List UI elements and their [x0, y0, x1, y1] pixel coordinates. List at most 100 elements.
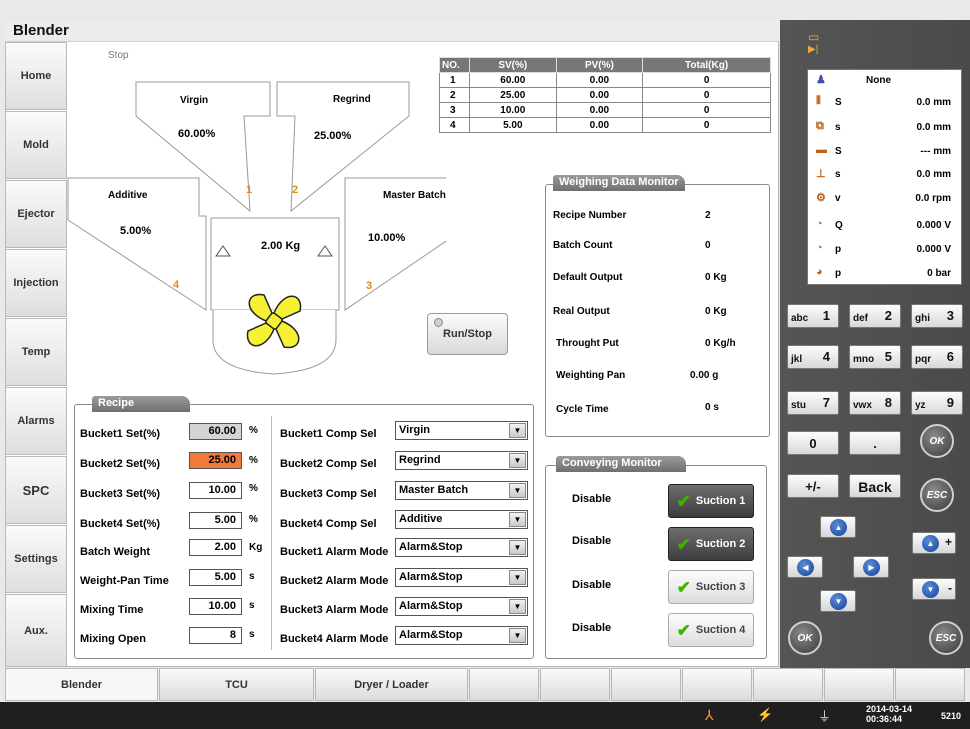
tab-empty[interactable]: [682, 668, 752, 701]
pressure-gauge-icon: ◔: [816, 242, 823, 254]
user-icon: ♟: [816, 74, 826, 86]
bucket4-comp-sel-select[interactable]: Additive ▼: [395, 510, 528, 529]
key-back[interactable]: Back: [849, 474, 901, 498]
nav-temp[interactable]: Temp: [5, 318, 67, 386]
bucket2-alarm-mode-label: Bucket2 Alarm Mode: [280, 575, 389, 587]
suction-2-button[interactable]: ✔ Suction 2: [668, 527, 754, 561]
dropdown-arrow-icon: ▼: [509, 599, 526, 614]
nav-injection[interactable]: Injection: [5, 249, 67, 317]
bucket3-comp-sel-label: Bucket3 Comp Sel: [280, 488, 377, 500]
weight-pan-time-input[interactable]: 5.00: [189, 569, 242, 586]
bucket3-comp-sel-select[interactable]: Master Batch ▼: [395, 481, 528, 500]
conveying-monitor-title: Conveying Monitor: [556, 456, 686, 472]
ok-key-bottom[interactable]: OK: [788, 621, 822, 655]
bucket4-set-input[interactable]: 5.00: [189, 512, 242, 529]
col-pv: PV(%): [555, 57, 644, 73]
nav-alarms[interactable]: Alarms: [5, 387, 67, 455]
mixing-open-input[interactable]: 8: [189, 627, 242, 644]
status-user-value: None: [866, 75, 891, 86]
mixing-open-label: Mixing Open: [80, 633, 146, 645]
tab-dryer-loader[interactable]: Dryer / Loader: [315, 668, 468, 701]
wd-default-output-value: 0 Kg: [705, 272, 727, 283]
up-plus-key[interactable]: ▲ +: [912, 532, 956, 554]
left-arrow-key[interactable]: ◀: [787, 556, 823, 578]
bucket2-comp-sel-select[interactable]: Regrind ▼: [395, 451, 528, 470]
tab-empty[interactable]: [895, 668, 965, 701]
table-cell: 0: [642, 72, 771, 88]
key-1[interactable]: abc 1: [787, 304, 839, 328]
status-row: ▬ S --- mm: [816, 144, 951, 157]
bucket3-set-input[interactable]: 10.00: [189, 482, 242, 499]
suction-4-button[interactable]: ✔ Suction 4: [668, 613, 754, 647]
tab-empty[interactable]: [753, 668, 823, 701]
bucket3-alarm-mode-select[interactable]: Alarm&Stop ▼: [395, 597, 528, 616]
down-arrow-key[interactable]: ▼: [820, 590, 856, 612]
key-9[interactable]: yz 9: [911, 391, 963, 415]
system-pressure-icon: ◕: [816, 266, 823, 278]
blend-table: NO. SV(%) PV(%) Total(Kg) 1 60.00 0.00 0…: [439, 57, 771, 133]
bucket2-set-unit: %: [249, 455, 258, 466]
hopper-4-pct: 5.00%: [120, 225, 152, 237]
table-cell: 60.00: [469, 72, 557, 88]
table-header: NO. SV(%) PV(%) Total(Kg): [439, 57, 771, 73]
key-0[interactable]: 0: [787, 431, 839, 455]
tab-blender[interactable]: Blender: [5, 668, 158, 701]
tab-empty[interactable]: [611, 668, 681, 701]
mixing-time-input[interactable]: 10.00: [189, 598, 242, 615]
bucket2-alarm-mode-select[interactable]: Alarm&Stop ▼: [395, 568, 528, 587]
bucket1-alarm-mode-select[interactable]: Alarm&Stop ▼: [395, 538, 528, 557]
tab-empty[interactable]: [824, 668, 894, 701]
esc-key-top[interactable]: ESC: [920, 478, 954, 512]
down-minus-key[interactable]: ▼ -: [912, 578, 956, 600]
key-7[interactable]: stu 7: [787, 391, 839, 415]
key-5[interactable]: mno 5: [849, 345, 901, 369]
esc-key-bottom[interactable]: ESC: [929, 621, 963, 655]
hopper-1-name: Virgin: [180, 95, 209, 106]
arrow-up-icon: ▲: [830, 519, 847, 536]
tab-empty[interactable]: [540, 668, 610, 701]
suction-1-button[interactable]: ✔ Suction 1: [668, 484, 754, 518]
ok-key-top[interactable]: OK: [920, 424, 954, 458]
up-arrow-key[interactable]: ▲: [820, 516, 856, 538]
status-user-row: ♟ None: [808, 72, 963, 90]
bucket1-comp-sel-select[interactable]: Virgin ▼: [395, 421, 528, 440]
wd-weighting-pan-label: Weighting Pan: [556, 370, 626, 381]
key-dot[interactable]: .: [849, 431, 901, 455]
key-4[interactable]: jkl 4: [787, 345, 839, 369]
batch-weight-input[interactable]: 2.00: [189, 539, 242, 556]
ejector-position-icon: ⊥: [816, 168, 826, 180]
key-6[interactable]: pqr 6: [911, 345, 963, 369]
suction-3-button[interactable]: ✔ Suction 3: [668, 570, 754, 604]
table-cell: 0: [642, 117, 771, 133]
bucket1-alarm-mode-label: Bucket1 Alarm Mode: [280, 546, 389, 558]
hopper-2-index: 2: [292, 184, 299, 196]
network-icon: ⅄: [705, 707, 714, 723]
key-plus-minus[interactable]: +/-: [787, 474, 839, 498]
status-row: ⦀ S 0.0 mm: [816, 95, 951, 108]
nav-spc[interactable]: SPC: [5, 456, 67, 524]
nav-aux[interactable]: Aux.: [5, 594, 67, 667]
weight-pan-time-label: Weight-Pan Time: [80, 575, 169, 587]
bucket4-alarm-mode-label: Bucket4 Alarm Mode: [280, 633, 389, 645]
nav-mold[interactable]: Mold: [5, 111, 67, 179]
status-row: ◔ p 0.000 V: [816, 242, 951, 255]
status-value: 0 bar: [927, 268, 951, 279]
weighing-monitor-title: Weighing Data Monitor: [553, 175, 685, 191]
bucket4-alarm-mode-select[interactable]: Alarm&Stop ▼: [395, 626, 528, 645]
run-stop-button[interactable]: Run/Stop: [427, 313, 508, 355]
hopper-3-index: 3: [366, 280, 373, 292]
key-8[interactable]: vwx 8: [849, 391, 901, 415]
key-2[interactable]: def 2: [849, 304, 901, 328]
right-arrow-key[interactable]: ▶: [853, 556, 889, 578]
hopper-4-index: 4: [173, 279, 180, 291]
tab-empty[interactable]: [469, 668, 539, 701]
nav-ejector[interactable]: Ejector: [5, 180, 67, 248]
bucket1-set-input[interactable]: 60.00: [189, 423, 242, 440]
nav-home[interactable]: Home: [5, 42, 67, 110]
col-no: NO.: [439, 57, 470, 73]
bucket2-set-input[interactable]: 25.00: [189, 452, 242, 469]
key-3[interactable]: ghi 3: [911, 304, 963, 328]
tab-tcu[interactable]: TCU: [159, 668, 314, 701]
nav-settings[interactable]: Settings: [5, 525, 67, 593]
table-cell: 0.00: [555, 117, 644, 133]
